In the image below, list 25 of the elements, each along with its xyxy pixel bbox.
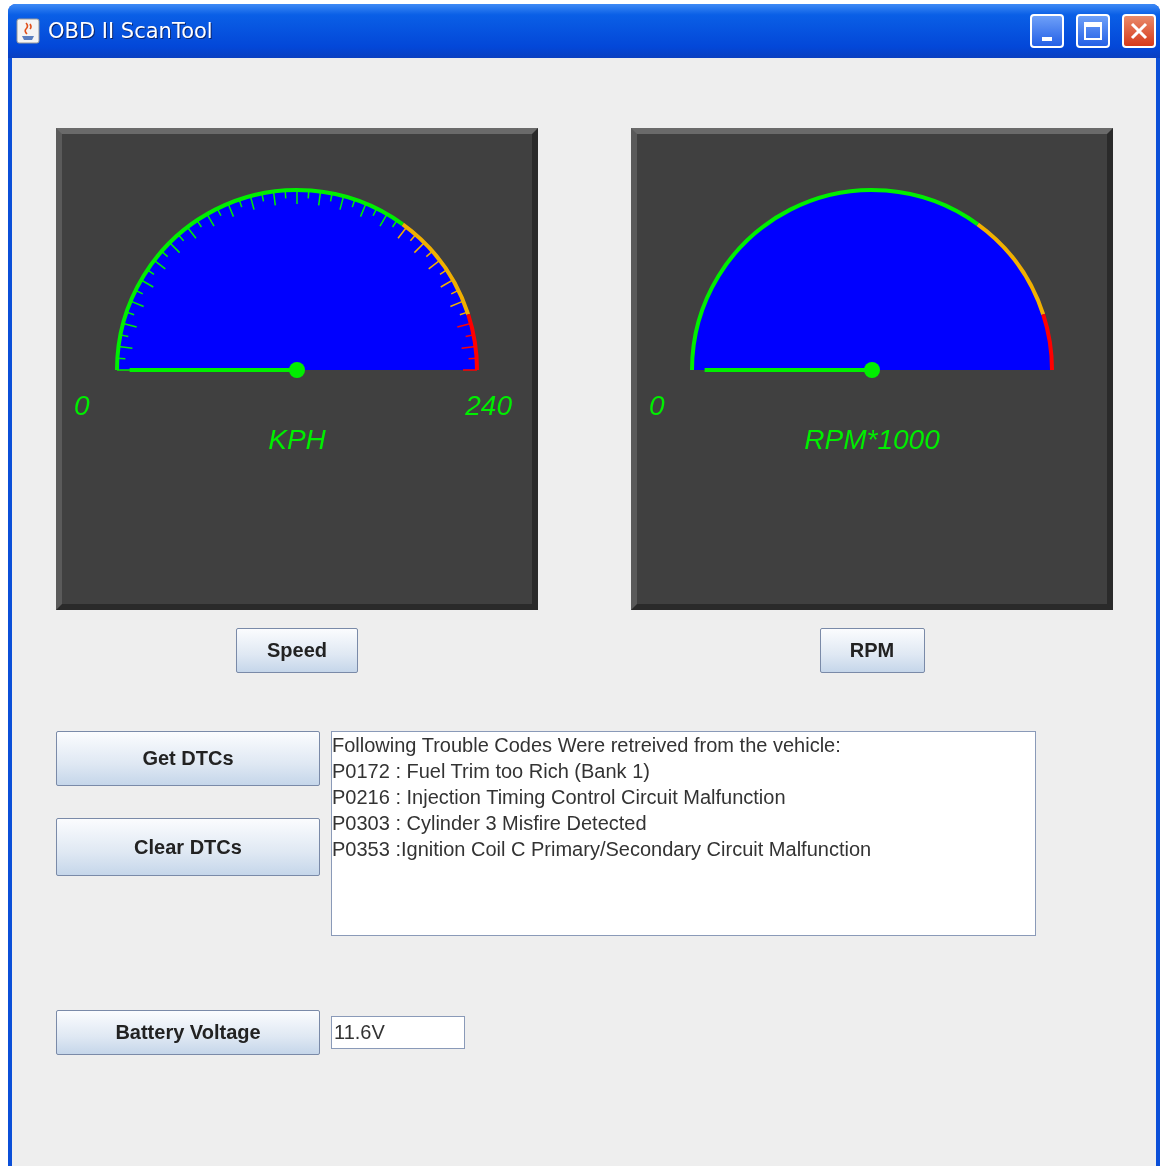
voltage-field[interactable]: 11.6V: [331, 1016, 465, 1049]
gauge-min-label: 0: [74, 390, 90, 421]
minimize-icon: [1042, 37, 1052, 41]
trouble-code-line: P0353 :Ignition Coil C Primary/Secondary Circuit Malfunction: [332, 837, 873, 862]
app-icon: [16, 18, 40, 44]
gauge-min-label: 0: [649, 390, 665, 421]
trouble-codes-area[interactable]: [331, 731, 1036, 936]
minimize-button[interactable]: [1030, 14, 1064, 48]
trouble-code-line: P0303 : Cylinder 3 Misfire Detected: [332, 811, 648, 836]
trouble-code-line: P0216 : Injection Timing Control Circuit Malfunction: [332, 785, 787, 810]
close-button[interactable]: [1122, 14, 1156, 48]
gauge-unit-label: KPH: [268, 424, 326, 455]
maximize-button[interactable]: [1076, 14, 1110, 48]
gauge-unit-label: RPM*1000: [804, 424, 940, 455]
gauge-button[interactable]: RPM: [819, 628, 925, 673]
dtc-button[interactable]: Get DTCs: [56, 731, 320, 786]
maximize-icon: [1083, 21, 1103, 41]
gauge-max-label: 240: [465, 390, 512, 421]
battery-voltage-button[interactable]: Battery Voltage: [56, 1010, 320, 1055]
close-icon: [1129, 21, 1149, 41]
dtc-button[interactable]: Clear DTCs: [56, 818, 320, 876]
trouble-code-line: Following Trouble Codes Were retreived from the vehicle:: [332, 733, 842, 758]
window-title: OBD II ScanTool: [48, 19, 214, 43]
gauge-button[interactable]: Speed: [236, 628, 358, 673]
trouble-code-line: P0172 : Fuel Trim too Rich (Bank 1): [332, 759, 651, 784]
